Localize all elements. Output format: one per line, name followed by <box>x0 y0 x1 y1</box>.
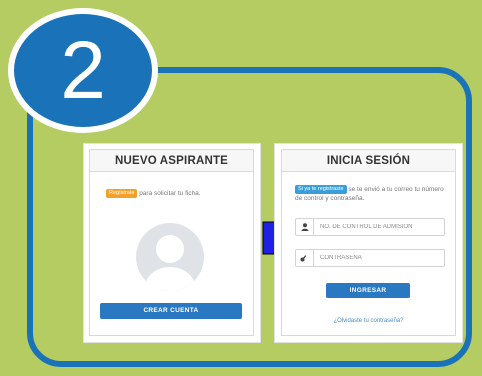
registered-badge: Si ya te registraste <box>295 185 347 194</box>
password-input[interactable] <box>320 250 442 266</box>
step-number: 2 <box>60 24 106 116</box>
new-applicant-card: NUEVO ASPIRANTE Regístrate para solicita… <box>83 143 261 343</box>
login-card: INICIA SESIÓN Si ya te registraste se te… <box>274 143 463 343</box>
register-text: para solicitar tu ficha. <box>139 190 201 198</box>
avatar-body <box>145 267 195 291</box>
control-number-input[interactable] <box>320 219 442 235</box>
key-icon <box>296 250 314 266</box>
register-link[interactable]: Regístrate <box>106 189 138 198</box>
login-button[interactable]: INGRESAR <box>326 283 410 298</box>
avatar-head <box>156 235 184 263</box>
avatar-icon <box>136 223 204 291</box>
star-icon: ★ <box>198 218 211 234</box>
create-account-button[interactable]: CREAR CUENTA <box>100 303 242 319</box>
forgot-password-link[interactable]: ¿Olvidaste tu contraseña? <box>282 318 455 324</box>
user-icon <box>296 219 314 235</box>
password-field <box>295 249 445 267</box>
new-applicant-title: NUEVO ASPIRANTE <box>90 150 253 172</box>
login-info: Si ya te registraste se te envió a tu co… <box>295 185 445 203</box>
register-line: Regístrate para solicitar tu ficha. <box>106 189 201 198</box>
new-applicant-panel: NUEVO ASPIRANTE Regístrate para solicita… <box>89 149 254 336</box>
login-title: INICIA SESIÓN <box>282 150 455 172</box>
login-panel: INICIA SESIÓN Si ya te registraste se te… <box>281 149 456 336</box>
control-number-field <box>295 218 445 236</box>
step-number-badge: 2 <box>8 8 158 133</box>
